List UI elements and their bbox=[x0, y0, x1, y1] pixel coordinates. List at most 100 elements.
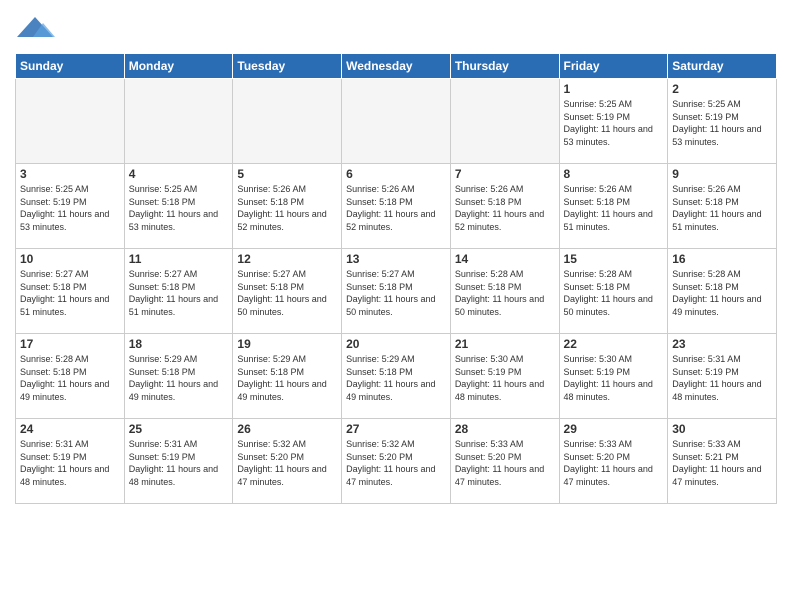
page-header bbox=[15, 10, 777, 49]
cell-info: Sunrise: 5:28 AMSunset: 5:18 PMDaylight:… bbox=[20, 353, 120, 403]
cell-info: Sunrise: 5:30 AMSunset: 5:19 PMDaylight:… bbox=[564, 353, 664, 403]
calendar-cell: 9 Sunrise: 5:26 AMSunset: 5:18 PMDaylight… bbox=[668, 164, 777, 249]
calendar-cell: 17 Sunrise: 5:28 AMSunset: 5:18 PMDayligh… bbox=[16, 334, 125, 419]
cell-info: Sunrise: 5:26 AMSunset: 5:18 PMDaylight:… bbox=[672, 183, 772, 233]
calendar-cell bbox=[450, 79, 559, 164]
logo-icon bbox=[15, 14, 55, 44]
calendar-cell: 20 Sunrise: 5:29 AMSunset: 5:18 PMDayligh… bbox=[342, 334, 451, 419]
calendar-cell: 6Sunrise: 5:26 AMSunset: 5:18 PMDaylight… bbox=[342, 164, 451, 249]
calendar-cell: 30Sunrise: 5:33 AMSunset: 5:21 PMDayligh… bbox=[668, 419, 777, 504]
day-number: 24 bbox=[20, 422, 120, 436]
day-number: 21 bbox=[455, 337, 555, 351]
cell-info: Sunrise: 5:27 AMSunset: 5:18 PMDaylight:… bbox=[20, 268, 120, 318]
calendar-cell: 22Sunrise: 5:30 AMSunset: 5:19 PMDayligh… bbox=[559, 334, 668, 419]
calendar-cell: 26 Sunrise: 5:32 AMSunset: 5:20 PMDayligh… bbox=[233, 419, 342, 504]
calendar-cell: 5 Sunrise: 5:26 AMSunset: 5:18 PMDaylight… bbox=[233, 164, 342, 249]
day-number: 1 bbox=[564, 82, 664, 96]
calendar-cell: 25 Sunrise: 5:31 AMSunset: 5:19 PMDayligh… bbox=[124, 419, 233, 504]
calendar-week-row: 10 Sunrise: 5:27 AMSunset: 5:18 PMDayligh… bbox=[16, 249, 777, 334]
day-number: 7 bbox=[455, 167, 555, 181]
cell-info: Sunrise: 5:26 AMSunset: 5:18 PMDaylight:… bbox=[346, 183, 446, 233]
day-number: 28 bbox=[455, 422, 555, 436]
cell-info: Sunrise: 5:28 AMSunset: 5:18 PMDaylight:… bbox=[672, 268, 772, 318]
calendar-cell: 8 Sunrise: 5:26 AMSunset: 5:18 PMDaylight… bbox=[559, 164, 668, 249]
calendar-cell bbox=[342, 79, 451, 164]
day-number: 18 bbox=[129, 337, 229, 351]
weekday-header: Wednesday bbox=[342, 54, 451, 79]
day-number: 26 bbox=[237, 422, 337, 436]
weekday-header: Thursday bbox=[450, 54, 559, 79]
calendar-cell: 19 Sunrise: 5:29 AMSunset: 5:18 PMDayligh… bbox=[233, 334, 342, 419]
cell-info: Sunrise: 5:32 AMSunset: 5:20 PMDaylight:… bbox=[237, 438, 337, 488]
calendar-cell: 1 Sunrise: 5:25 AMSunset: 5:19 PMDaylight… bbox=[559, 79, 668, 164]
day-number: 16 bbox=[672, 252, 772, 266]
calendar-week-row: 24 Sunrise: 5:31 AMSunset: 5:19 PMDayligh… bbox=[16, 419, 777, 504]
day-number: 4 bbox=[129, 167, 229, 181]
cell-info: Sunrise: 5:33 AMSunset: 5:21 PMDaylight:… bbox=[672, 438, 772, 488]
day-number: 9 bbox=[672, 167, 772, 181]
day-number: 20 bbox=[346, 337, 446, 351]
cell-info: Sunrise: 5:31 AMSunset: 5:19 PMDaylight:… bbox=[672, 353, 772, 403]
day-number: 12 bbox=[237, 252, 337, 266]
day-number: 27 bbox=[346, 422, 446, 436]
cell-info: Sunrise: 5:25 AMSunset: 5:18 PMDaylight:… bbox=[129, 183, 229, 233]
day-number: 3 bbox=[20, 167, 120, 181]
cell-info: Sunrise: 5:32 AMSunset: 5:20 PMDaylight:… bbox=[346, 438, 446, 488]
calendar-cell: 14 Sunrise: 5:28 AMSunset: 5:18 PMDayligh… bbox=[450, 249, 559, 334]
calendar-cell: 27 Sunrise: 5:32 AMSunset: 5:20 PMDayligh… bbox=[342, 419, 451, 504]
cell-info: Sunrise: 5:31 AMSunset: 5:19 PMDaylight:… bbox=[129, 438, 229, 488]
cell-info: Sunrise: 5:28 AMSunset: 5:18 PMDaylight:… bbox=[455, 268, 555, 318]
calendar-cell: 13 Sunrise: 5:27 AMSunset: 5:18 PMDayligh… bbox=[342, 249, 451, 334]
cell-info: Sunrise: 5:30 AMSunset: 5:19 PMDaylight:… bbox=[455, 353, 555, 403]
cell-info: Sunrise: 5:33 AMSunset: 5:20 PMDaylight:… bbox=[455, 438, 555, 488]
calendar-cell: 3 Sunrise: 5:25 AMSunset: 5:19 PMDaylight… bbox=[16, 164, 125, 249]
day-number: 29 bbox=[564, 422, 664, 436]
day-number: 23 bbox=[672, 337, 772, 351]
cell-info: Sunrise: 5:26 AMSunset: 5:18 PMDaylight:… bbox=[237, 183, 337, 233]
calendar-cell: 21 Sunrise: 5:30 AMSunset: 5:19 PMDayligh… bbox=[450, 334, 559, 419]
calendar-header-row: SundayMondayTuesdayWednesdayThursdayFrid… bbox=[16, 54, 777, 79]
cell-info: Sunrise: 5:29 AMSunset: 5:18 PMDaylight:… bbox=[346, 353, 446, 403]
calendar-cell: 4 Sunrise: 5:25 AMSunset: 5:18 PMDaylight… bbox=[124, 164, 233, 249]
day-number: 25 bbox=[129, 422, 229, 436]
cell-info: Sunrise: 5:27 AMSunset: 5:18 PMDaylight:… bbox=[129, 268, 229, 318]
calendar-week-row: 3 Sunrise: 5:25 AMSunset: 5:19 PMDaylight… bbox=[16, 164, 777, 249]
cell-info: Sunrise: 5:31 AMSunset: 5:19 PMDaylight:… bbox=[20, 438, 120, 488]
day-number: 15 bbox=[564, 252, 664, 266]
cell-info: Sunrise: 5:29 AMSunset: 5:18 PMDaylight:… bbox=[237, 353, 337, 403]
day-number: 19 bbox=[237, 337, 337, 351]
calendar-table: SundayMondayTuesdayWednesdayThursdayFrid… bbox=[15, 53, 777, 504]
cell-info: Sunrise: 5:33 AMSunset: 5:20 PMDaylight:… bbox=[564, 438, 664, 488]
calendar-cell: 16 Sunrise: 5:28 AMSunset: 5:18 PMDayligh… bbox=[668, 249, 777, 334]
day-number: 5 bbox=[237, 167, 337, 181]
cell-info: Sunrise: 5:25 AMSunset: 5:19 PMDaylight:… bbox=[20, 183, 120, 233]
logo bbox=[15, 10, 55, 49]
cell-info: Sunrise: 5:26 AMSunset: 5:18 PMDaylight:… bbox=[455, 183, 555, 233]
calendar-cell: 2 Sunrise: 5:25 AMSunset: 5:19 PMDaylight… bbox=[668, 79, 777, 164]
calendar-cell: 10 Sunrise: 5:27 AMSunset: 5:18 PMDayligh… bbox=[16, 249, 125, 334]
cell-info: Sunrise: 5:25 AMSunset: 5:19 PMDaylight:… bbox=[672, 98, 772, 148]
day-number: 10 bbox=[20, 252, 120, 266]
calendar-cell bbox=[124, 79, 233, 164]
day-number: 13 bbox=[346, 252, 446, 266]
day-number: 8 bbox=[564, 167, 664, 181]
cell-info: Sunrise: 5:27 AMSunset: 5:18 PMDaylight:… bbox=[237, 268, 337, 318]
weekday-header: Friday bbox=[559, 54, 668, 79]
day-number: 11 bbox=[129, 252, 229, 266]
calendar-cell bbox=[233, 79, 342, 164]
weekday-header: Saturday bbox=[668, 54, 777, 79]
calendar-week-row: 1 Sunrise: 5:25 AMSunset: 5:19 PMDaylight… bbox=[16, 79, 777, 164]
day-number: 14 bbox=[455, 252, 555, 266]
weekday-header: Tuesday bbox=[233, 54, 342, 79]
cell-info: Sunrise: 5:26 AMSunset: 5:18 PMDaylight:… bbox=[564, 183, 664, 233]
calendar-cell: 18 Sunrise: 5:29 AMSunset: 5:18 PMDayligh… bbox=[124, 334, 233, 419]
cell-info: Sunrise: 5:27 AMSunset: 5:18 PMDaylight:… bbox=[346, 268, 446, 318]
day-number: 2 bbox=[672, 82, 772, 96]
weekday-header: Monday bbox=[124, 54, 233, 79]
day-number: 17 bbox=[20, 337, 120, 351]
weekday-header: Sunday bbox=[16, 54, 125, 79]
calendar-cell: 7 Sunrise: 5:26 AMSunset: 5:18 PMDaylight… bbox=[450, 164, 559, 249]
cell-info: Sunrise: 5:25 AMSunset: 5:19 PMDaylight:… bbox=[564, 98, 664, 148]
cell-info: Sunrise: 5:29 AMSunset: 5:18 PMDaylight:… bbox=[129, 353, 229, 403]
calendar-cell: 28 Sunrise: 5:33 AMSunset: 5:20 PMDayligh… bbox=[450, 419, 559, 504]
